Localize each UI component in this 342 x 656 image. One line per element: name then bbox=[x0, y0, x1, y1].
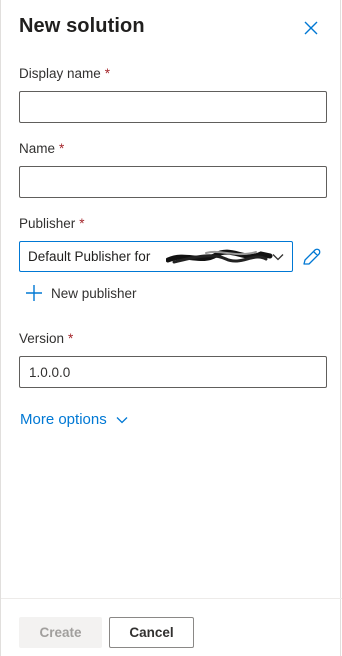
version-input[interactable] bbox=[19, 356, 327, 388]
cancel-button[interactable]: Cancel bbox=[109, 617, 194, 648]
close-icon[interactable] bbox=[301, 18, 321, 38]
required-mark: * bbox=[79, 216, 85, 231]
publisher-dropdown[interactable]: Default Publisher for bbox=[19, 241, 293, 272]
version-label: Version * bbox=[19, 331, 73, 346]
required-mark: * bbox=[68, 331, 74, 346]
panel-title: New solution bbox=[19, 15, 145, 37]
publisher-selected-value: Default Publisher for bbox=[28, 249, 151, 264]
new-publisher-label: New publisher bbox=[51, 285, 137, 301]
new-solution-panel: New solution Display name * Name * Publish… bbox=[0, 0, 342, 656]
plus-icon bbox=[26, 285, 42, 301]
more-options-label: More options bbox=[20, 411, 107, 428]
required-mark: * bbox=[104, 66, 111, 81]
required-mark: * bbox=[59, 141, 65, 156]
publisher-label-text: Publisher bbox=[19, 216, 76, 231]
redaction-scribble bbox=[166, 249, 273, 264]
display-name-label-text: Display name bbox=[19, 66, 101, 81]
display-name-label: Display name * bbox=[19, 66, 110, 81]
footer-divider bbox=[1, 598, 342, 599]
name-input[interactable] bbox=[19, 166, 327, 198]
name-label-text: Name bbox=[19, 141, 56, 156]
create-button[interactable]: Create bbox=[19, 617, 102, 648]
name-label: Name * bbox=[19, 141, 64, 156]
version-label-text: Version bbox=[19, 331, 65, 346]
pencil-icon[interactable] bbox=[300, 246, 322, 268]
more-options-toggle[interactable]: More options bbox=[20, 411, 129, 428]
chevron-down-icon bbox=[116, 416, 128, 423]
publisher-label: Publisher * bbox=[19, 216, 85, 231]
chevron-down-icon bbox=[272, 254, 284, 261]
new-publisher-button[interactable]: New publisher bbox=[25, 282, 137, 304]
display-name-input[interactable] bbox=[19, 91, 327, 123]
